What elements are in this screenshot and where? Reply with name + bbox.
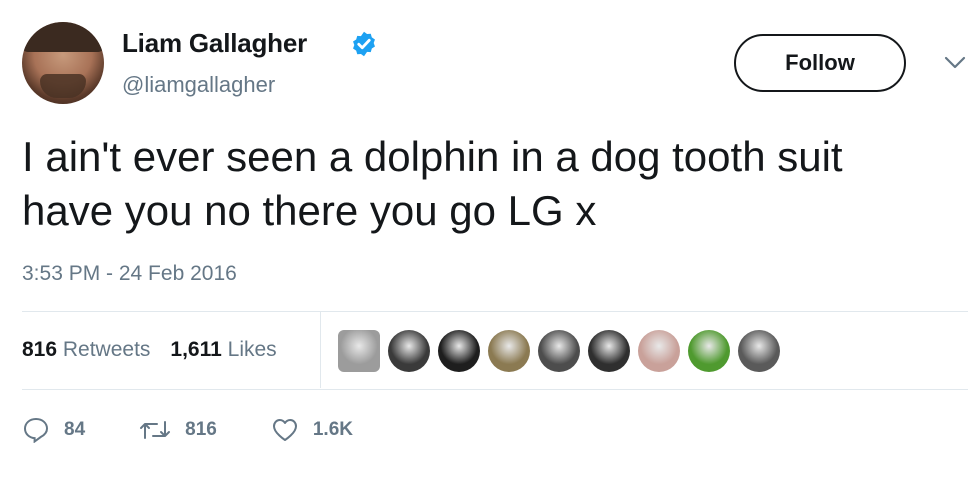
stats-divider <box>320 312 321 388</box>
retweets-stat-label: Retweets <box>57 338 151 361</box>
chevron-down-icon[interactable] <box>944 56 966 70</box>
tweet-text: I ain't ever seen a dolphin in a dog too… <box>22 133 843 234</box>
divider-bottom <box>22 389 968 390</box>
liker-avatar[interactable] <box>688 330 730 372</box>
user-name[interactable]: Liam Gallagher <box>122 28 307 59</box>
likes-stat-count: 1,611 <box>170 338 222 361</box>
retweet-action[interactable]: 816 <box>139 418 217 442</box>
avatar-hair <box>22 22 104 52</box>
follow-button[interactable]: Follow <box>734 34 906 92</box>
reply-icon <box>23 417 49 443</box>
tweet-timestamp[interactable]: 3:53 PM - 24 Feb 2016 <box>22 262 237 286</box>
like-count: 1.6K <box>312 419 353 440</box>
divider-top <box>22 311 968 312</box>
reply-action[interactable]: 84 <box>22 417 85 443</box>
retweet-count: 816 <box>185 419 217 440</box>
verified-badge-icon <box>353 31 375 57</box>
liker-avatar[interactable] <box>338 330 380 372</box>
likes-stat[interactable]: 1,611 Likes <box>170 338 276 361</box>
like-action[interactable]: 1.6K <box>271 417 353 443</box>
reply-count: 84 <box>64 419 86 440</box>
likes-stat-label: Likes <box>221 338 277 361</box>
user-avatar[interactable] <box>22 22 104 104</box>
user-handle[interactable]: @liamgallagher <box>122 72 275 98</box>
heart-icon <box>272 419 297 441</box>
tweet-stats: 816 Retweets 1,611 Likes <box>22 338 277 362</box>
tweet-actions: 84 816 1.6K <box>22 412 407 448</box>
liker-avatar[interactable] <box>488 330 530 372</box>
avatar-beard <box>40 74 86 98</box>
liker-avatar[interactable] <box>538 330 580 372</box>
liker-avatar[interactable] <box>738 330 780 372</box>
liker-avatar[interactable] <box>438 330 480 372</box>
retweets-stat[interactable]: 816 Retweets <box>22 338 150 361</box>
liker-avatar[interactable] <box>638 330 680 372</box>
retweets-stat-count: 816 <box>22 338 58 361</box>
liker-avatar[interactable] <box>588 330 630 372</box>
liker-avatars <box>338 330 780 372</box>
liker-avatar[interactable] <box>388 330 430 372</box>
retweet-icon <box>140 421 171 439</box>
